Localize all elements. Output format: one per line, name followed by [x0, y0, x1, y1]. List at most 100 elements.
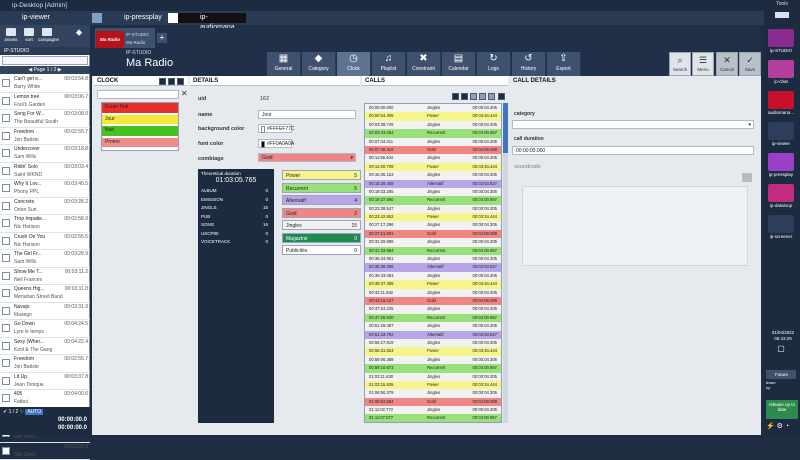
release-status-button[interactable]: release up to date: [766, 400, 798, 419]
clock-item[interactable]: Nuit: [102, 126, 178, 136]
list-item[interactable]: Crush On YouNic Hanson00:02:56.5: [0, 233, 90, 251]
list-item[interactable]: Why It Lov...Phony PPL00:03:40.5: [0, 180, 90, 198]
list-item[interactable]: Lit UpJean Tonique00:03:37.8: [0, 373, 90, 391]
calls-menu-button[interactable]: [498, 93, 505, 100]
list-item[interactable]: Song For W...The Beautiful South00:03:08…: [0, 110, 90, 128]
font-color-field[interactable]: #FF0A0A0A: [258, 139, 292, 148]
clock-search-input[interactable]: [97, 90, 179, 99]
tab-ip-pressplay[interactable]: ip-pressplay: [92, 13, 164, 23]
list-item[interactable]: FreedomJon Batiste00:02:55.7: [0, 355, 90, 373]
list-item[interactable]: Lemon treeFool's Garden00:03:06.7: [0, 93, 90, 111]
call-row[interactable]: 00:39:33.083Jingles00:00:04.305: [365, 272, 501, 280]
item-checkbox[interactable]: [2, 394, 10, 402]
app-ip-screener[interactable]: ip-screener: [766, 214, 796, 242]
item-checkbox[interactable]: [2, 377, 10, 385]
call-row[interactable]: 00:15:35.153Jingles00:00:04.305: [365, 171, 501, 179]
bg-color-field[interactable]: #FFFEF77C: [258, 124, 292, 133]
add-tab-button[interactable]: +: [157, 33, 167, 43]
call-row[interactable]: 00:27:17.296Jingles00:00:04.305: [365, 221, 501, 229]
call-row[interactable]: 00:03:38.749Jingles00:00:04.305: [365, 121, 501, 129]
tab-general[interactable]: ▦General: [267, 52, 301, 76]
call-row[interactable]: 00:07:44.011Jingles00:00:04.305: [365, 138, 501, 146]
item-checkbox[interactable]: [2, 289, 10, 297]
list-item[interactable]: Sexy (Wher...Kool & The Gang00:04:22.4: [0, 338, 90, 356]
category-select[interactable]: ▾: [512, 120, 754, 129]
menu-button[interactable]: ☰Menu: [692, 52, 714, 76]
list-item[interactable]: 405Fatboi00:04:00.6: [0, 390, 90, 408]
refresh-icon[interactable]: ↻: [20, 409, 24, 415]
tab-ip-audiomanager[interactable]: ip-audiomana...: [168, 13, 246, 23]
next-page-icon[interactable]: ▶: [58, 67, 62, 73]
item-checkbox[interactable]: [2, 149, 10, 157]
add-clock-button[interactable]: [159, 78, 166, 85]
list-item[interactable]: Show Me T...Neil Frances00:03:11.2: [0, 268, 90, 286]
system-tray-icons[interactable]: ⚡ ⚙ ◔: [766, 422, 798, 430]
call-row[interactable]: 00:43:16.137Gold00:04:08.088: [365, 297, 501, 305]
category-row[interactable]: Gold2: [282, 208, 361, 218]
category-row[interactable]: Recurrent5: [282, 183, 361, 193]
category-row[interactable]: Alternatif4: [282, 195, 361, 205]
clock-item[interactable]: Jour: [102, 115, 178, 125]
call-row[interactable]: 00:47:28.530Recurrent00:04:00.957: [365, 314, 501, 322]
call-row[interactable]: 00:12:00.709Power00:03:34.444: [365, 163, 501, 171]
call-row[interactable]: 00:19:33.285Jingles00:00:04.305: [365, 188, 501, 196]
app-audiomana---[interactable]: audiomana...: [766, 90, 796, 118]
call-row[interactable]: 00:15:39.458Alternatif00:03:53.827: [365, 180, 501, 188]
page-number[interactable]: 1: [47, 67, 50, 73]
tab-ip-viewer[interactable]: ip-viewer: [0, 13, 88, 23]
item-checkbox[interactable]: [2, 114, 10, 122]
app-ip-viewer[interactable]: ip-viewer: [766, 121, 796, 149]
call-row[interactable]: 01:06:50.379Jingles00:00:04.305: [365, 389, 501, 397]
call-row[interactable]: 00:19:37.590Recurrent00:04:00.957: [365, 196, 501, 204]
call-row[interactable]: 00:31:29.689Jingles00:00:04.305: [365, 238, 501, 246]
call-row[interactable]: 00:31:33.994Recurrent00:04:00.957: [365, 247, 501, 255]
call-row[interactable]: 00:35:39.256Alternatif00:03:53.827: [365, 263, 501, 271]
name-field[interactable]: Jour: [258, 110, 356, 119]
list-item[interactable]: The Girl Fr...Sam Wills00:03:28.9: [0, 250, 90, 268]
call-row[interactable]: 01:11:02.772Jingles00:00:04.305: [365, 406, 501, 414]
check-icon[interactable]: ✔: [3, 409, 7, 415]
remove-clock-button[interactable]: [168, 78, 175, 85]
list-item[interactable]: ConcreteOrion Sun00:03:28.2: [0, 198, 90, 216]
tag-icon[interactable]: ⬥: [70, 27, 88, 45]
tab-category[interactable]: ◆Category: [302, 52, 336, 76]
app-ip-studio[interactable]: ip-STUDIO: [766, 28, 796, 56]
list-item[interactable]: UndercoverSam Wills00:03:18.8: [0, 145, 90, 163]
call-row[interactable]: 00:07:48.316Gold00:04:08.088: [365, 146, 501, 154]
call-row[interactable]: 00:23:42.852Power00:03:34.444: [365, 213, 501, 221]
app-ip-chat[interactable]: ip-chat: [766, 59, 796, 87]
calls-down-button[interactable]: [479, 93, 486, 100]
item-checkbox[interactable]: [2, 202, 10, 210]
item-checkbox[interactable]: [2, 237, 10, 245]
call-row[interactable]: 00:59:10.673Recurrent00:04:00.957: [365, 364, 501, 372]
call-row[interactable]: 00:39:37.388Power00:03:34.444: [365, 280, 501, 288]
calls-add-button[interactable]: [452, 93, 459, 100]
soundcode-picker[interactable]: [742, 173, 752, 182]
call-row[interactable]: 00:55:27.619Jingles00:00:04.305: [365, 339, 501, 347]
item-checkbox[interactable]: [2, 342, 10, 350]
list-item[interactable]: Trop Impatie...Nic Hanson00:02:58.9: [0, 215, 90, 233]
app-ip-dataloop[interactable]: ip-dataloop: [766, 183, 796, 211]
cancel-button[interactable]: ✕Cancel: [716, 52, 738, 76]
list-item[interactable]: Queens Hig...Menahan Street Band00:03:11…: [0, 285, 90, 303]
category-row[interactable]: Magazine0: [282, 233, 361, 243]
call-row[interactable]: 00:43:11.832Jingles00:00:04.305: [365, 289, 501, 297]
clock-item[interactable]: Écran Pub: [102, 103, 178, 113]
item-checkbox[interactable]: [2, 359, 10, 367]
calls-up-button[interactable]: [470, 93, 477, 100]
call-row[interactable]: 01:03:11.630Jingles00:00:04.305: [365, 373, 501, 381]
combiage-select[interactable]: Gold▾: [258, 153, 356, 162]
list-item[interactable]: NavajoMasego00:03:31.9: [0, 303, 90, 321]
item-checkbox[interactable]: [2, 132, 10, 140]
left-search-input[interactable]: [2, 56, 88, 65]
tab-export[interactable]: ⇪Export: [547, 52, 581, 76]
tools-label[interactable]: Tools: [764, 1, 800, 7]
call-row[interactable]: 00:27:21.601Gold00:04:08.088: [365, 230, 501, 238]
item-checkbox[interactable]: [2, 324, 10, 332]
call-row[interactable]: 00:00:04.305Power00:03:34.444: [365, 112, 501, 120]
call-row[interactable]: 00:51:33.792Alternatif00:03:53.827: [365, 331, 501, 339]
list-item[interactable]: Can't get e...Barry White00:03:54.8: [0, 75, 90, 93]
copy-clock-button[interactable]: [177, 78, 184, 85]
item-checkbox[interactable]: [2, 79, 10, 87]
save-button[interactable]: ✓Save: [739, 52, 761, 76]
